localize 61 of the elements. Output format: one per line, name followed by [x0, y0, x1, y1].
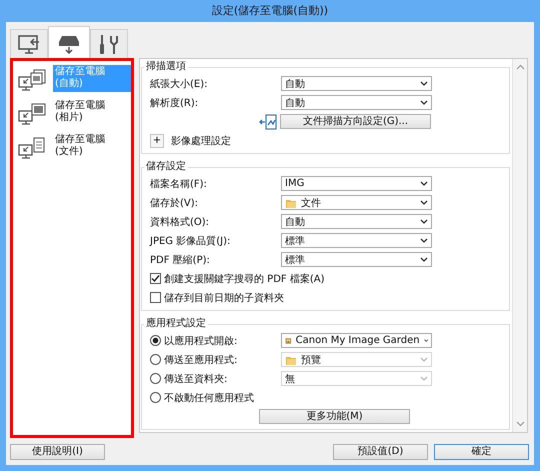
field-label: 解析度(R): — [150, 96, 200, 110]
group-title: 應用程式設定 — [145, 317, 207, 331]
dropdown[interactable]: 自動 — [281, 214, 432, 229]
dropdown[interactable]: IMG — [281, 176, 432, 191]
radio-label: 以應用程式開啟: — [164, 334, 238, 348]
chevron-down-icon — [420, 357, 428, 362]
dialog-button[interactable]: 確定 — [434, 444, 529, 460]
checkbox[interactable] — [150, 292, 161, 303]
dropdown[interactable]: Canon My Image Garden — [281, 333, 432, 348]
computer-photo-icon — [17, 102, 47, 126]
chevron-down-icon — [420, 181, 428, 186]
computer-documents-icon — [17, 68, 47, 92]
action-button[interactable]: 文件掃描方向設定(G)... — [280, 114, 431, 129]
chevron-down-icon — [420, 376, 428, 381]
dropdown[interactable]: 文件 — [281, 195, 432, 210]
checkmark-icon — [151, 274, 160, 283]
dropdown[interactable]: 標準 — [281, 252, 432, 267]
computer-document-icon — [17, 136, 47, 160]
action-button[interactable]: 更多功能(M) — [259, 409, 410, 424]
dialog-button[interactable]: 使用說明(I) — [10, 444, 105, 460]
tab[interactable] — [48, 26, 90, 58]
tools-icon — [97, 33, 121, 55]
chevron-down-icon — [420, 81, 428, 86]
chevron-down-icon — [420, 200, 428, 205]
chevron-down-icon — [424, 338, 428, 343]
field-label: 儲存於(V): — [150, 196, 200, 210]
chevron-down-icon — [420, 257, 428, 262]
checkbox-label: 創建支援關鍵字搜尋的 PDF 檔案(A) — [164, 272, 324, 286]
dropdown[interactable]: 標準 — [281, 233, 432, 248]
radio-label: 傳送至應用程式: — [164, 354, 238, 366]
radio-button[interactable] — [150, 392, 161, 403]
sidebar-item[interactable]: 儲存至電腦 (相片) — [53, 99, 131, 126]
checkbox-label: 儲存到目前日期的子資料夾 — [164, 292, 284, 304]
monitor-icon — [17, 33, 41, 55]
scroll-down-icon — [516, 421, 524, 427]
chevron-down-icon — [420, 238, 428, 243]
field-label: 資料格式(O): — [150, 216, 210, 228]
group-title: 掃描選項 — [145, 60, 187, 74]
radio-button[interactable] — [150, 335, 161, 346]
field-label: 檔案名稱(F): — [150, 178, 208, 190]
scrollbar[interactable] — [512, 59, 527, 432]
field-label: PDF 壓縮(P): — [150, 254, 211, 266]
group-title: 儲存設定 — [145, 160, 187, 174]
field-label: 紙張大小(E): — [150, 78, 208, 90]
dialog-button[interactable]: 預設值(D) — [333, 444, 428, 460]
radio-label: 傳送至資料夾: — [164, 372, 228, 386]
window-title: 設定(儲存至電腦(自動)) — [210, 3, 330, 19]
expander-label: 影像處理設定 — [171, 134, 231, 148]
chevron-down-icon — [420, 219, 428, 224]
chevron-down-icon — [420, 100, 428, 105]
scroll-up-icon — [516, 64, 524, 70]
dropdown[interactable]: 自動 — [281, 95, 432, 110]
sidebar-item[interactable]: 儲存至電腦 (文件) — [53, 133, 131, 160]
dropdown[interactable]: 自動 — [281, 76, 432, 91]
radio-label: 不啟動任何應用程式 — [164, 392, 254, 404]
tab[interactable] — [10, 29, 48, 58]
expand-button[interactable]: + — [150, 134, 164, 148]
scan-direction-icon — [259, 114, 277, 130]
tab[interactable] — [90, 29, 128, 58]
checkbox[interactable] — [150, 273, 161, 284]
field-label: JPEG 影像品質(J): — [150, 234, 232, 248]
